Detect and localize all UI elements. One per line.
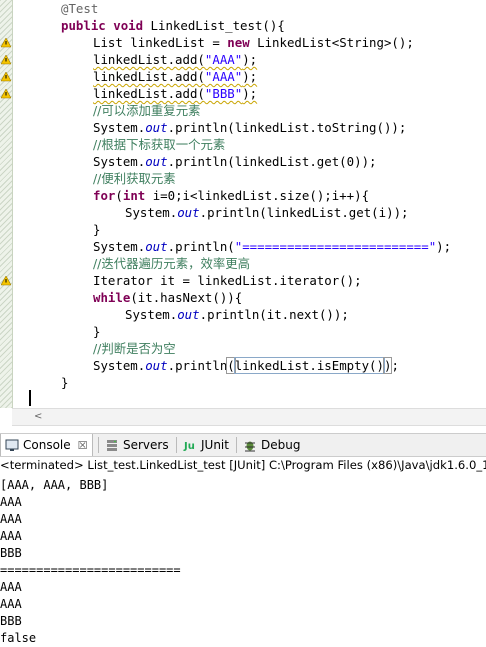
warning-marker-icon[interactable] [1, 55, 11, 65]
console-output-line: false [0, 631, 37, 645]
console-output-line: AAA [0, 580, 22, 594]
code-line: linkedList.add("AAA"); [93, 69, 258, 84]
tab-console[interactable]: Console ☒ [0, 434, 93, 456]
code-line: System.out.println(it.next()); [125, 307, 349, 322]
text-cursor [29, 390, 31, 406]
scroll-left-icon[interactable]: < [34, 411, 42, 422]
warning-marker-icon[interactable] [1, 276, 11, 286]
code-line: System.out.println(linkedList.get(0)); [93, 154, 377, 169]
code-comment: //判断是否为空 [93, 341, 176, 356]
code-line: for(int i=0;i<linkedList.size();i++){ [93, 188, 370, 203]
tab-servers[interactable]: Servers [101, 434, 173, 456]
tab-debug[interactable]: Debug [239, 434, 304, 456]
junit-icon: Ju [183, 438, 197, 452]
console-output-line: AAA [0, 512, 22, 526]
warning-marker-icon[interactable] [1, 89, 11, 99]
close-tab-icon[interactable]: ☒ [78, 435, 88, 456]
console-output-line: AAA [0, 529, 22, 543]
svg-text:Ju: Ju [183, 441, 195, 452]
code-comment: //迭代器遍历元素，效率更高 [93, 256, 251, 271]
code-line: System.out.println(linkedList.toString()… [93, 120, 407, 135]
code-line: } [93, 324, 101, 339]
code-editor[interactable]: @Test public void LinkedList_test(){ Lis… [0, 0, 486, 408]
console-icon [5, 438, 19, 452]
code-line: } [61, 375, 69, 390]
selected-expression[interactable]: linkedList.isEmpty() [233, 357, 385, 374]
tab-divider [98, 437, 99, 453]
console-output-line: AAA [0, 495, 22, 509]
code-line: Iterator it = linkedList.iterator(); [93, 273, 362, 288]
console-output-line: [AAA, AAA, BBB] [0, 478, 109, 492]
tab-divider [176, 437, 177, 453]
console-output-line: AAA [0, 597, 22, 611]
warning-marker-icon[interactable] [1, 38, 11, 48]
code-comment: //可以添加重复元素 [93, 103, 201, 118]
debug-icon [243, 438, 257, 452]
tab-junit[interactable]: Ju JUnit [179, 434, 233, 456]
code-line: System.out.println(linkedList.get(i)); [125, 205, 409, 220]
code-line: List linkedList = new LinkedList<String>… [93, 35, 414, 50]
servers-icon [105, 438, 119, 452]
code-line: linkedList.add("BBB"); [93, 86, 258, 101]
horizontal-scrollbar[interactable]: < [12, 408, 486, 426]
warning-marker-icon[interactable] [1, 72, 11, 82]
code-line: linkedList.add("AAA"); [93, 52, 258, 67]
code-comment: //根据下标获取一个元素 [93, 137, 226, 152]
code-line: @Test [61, 1, 99, 16]
code-line: System.out.println(linkedList.isEmpty())… [93, 357, 399, 374]
console-tab-bar: Console ☒ Servers Ju JUnit Debug [0, 433, 486, 457]
console-output-line: BBB [0, 614, 22, 628]
console-status: <terminated> List_test.LinkedList_test [… [0, 458, 486, 472]
tab-divider [236, 437, 237, 453]
code-line: while(it.hasNext()){ [93, 290, 243, 305]
console-output-line: ========================= [0, 563, 181, 577]
code-line: System.out.println("====================… [93, 239, 452, 254]
code-comment: //便利获取元素 [93, 171, 176, 186]
console-output-line: BBB [0, 546, 22, 560]
code-line: } [93, 222, 101, 237]
code-line: public void LinkedList_test(){ [61, 18, 285, 33]
